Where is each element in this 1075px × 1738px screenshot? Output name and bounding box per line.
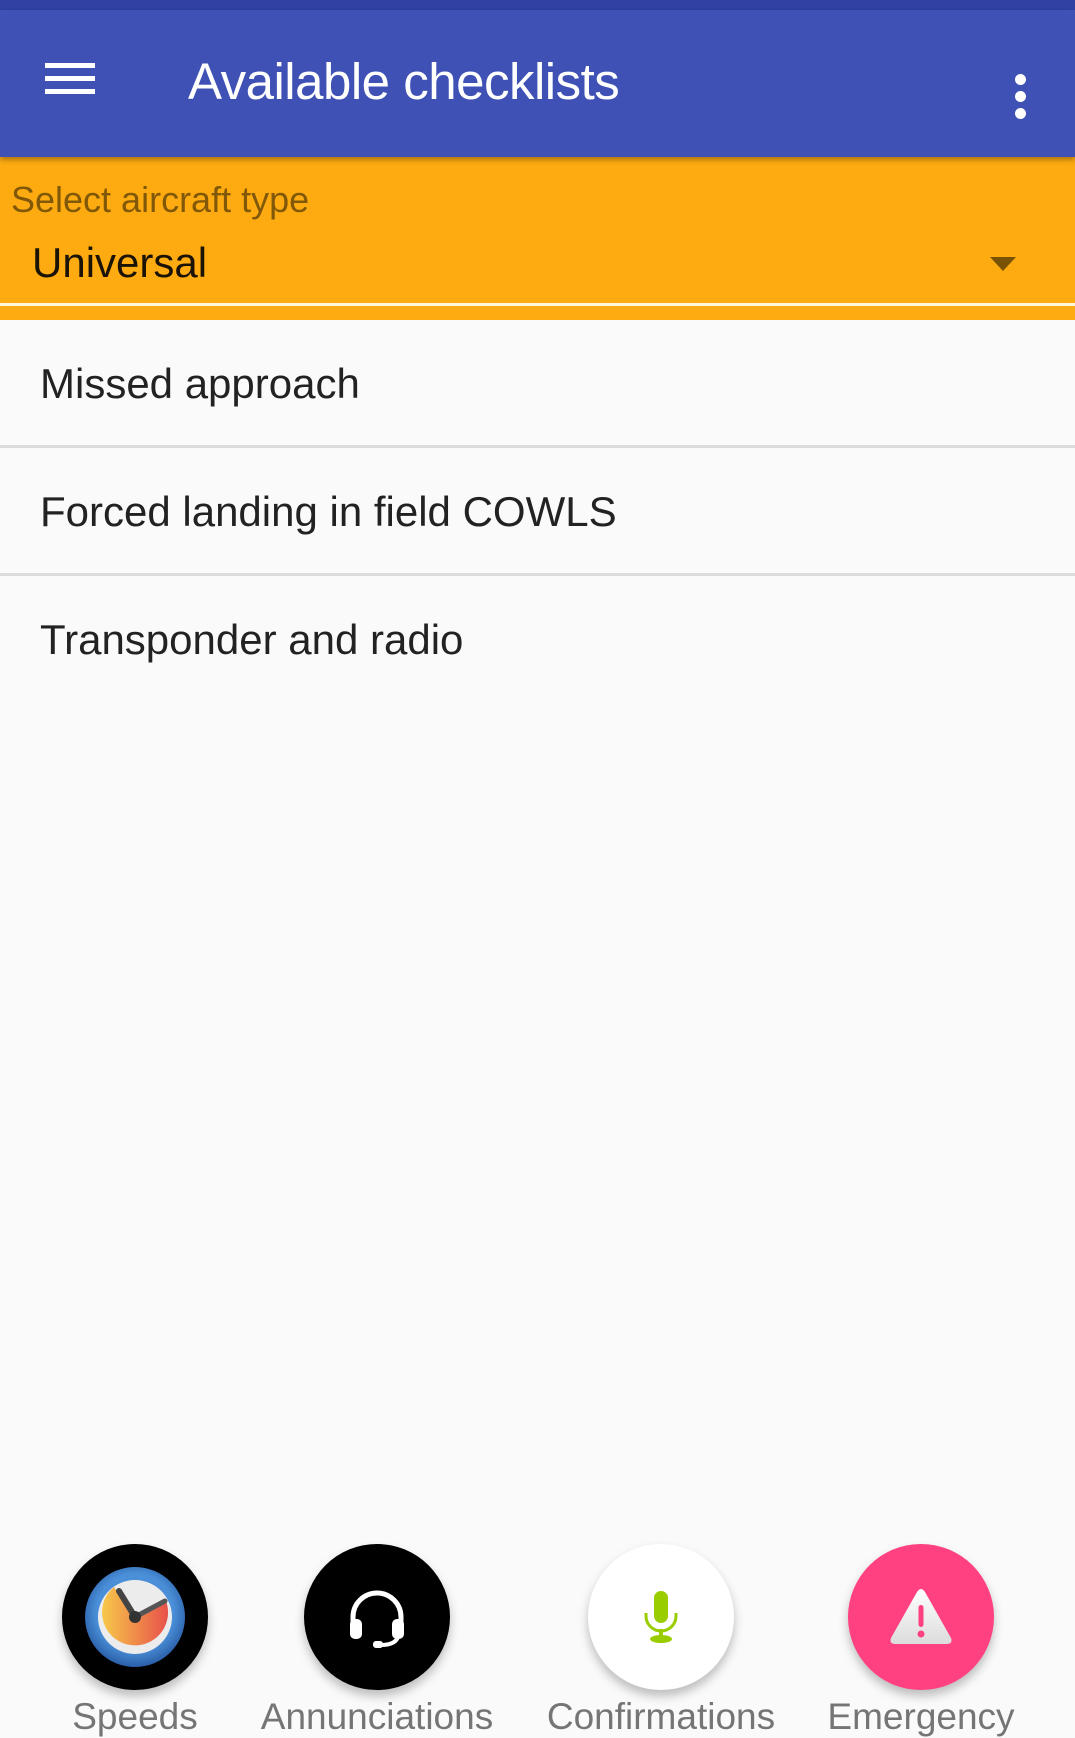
page-title: Available checklists <box>188 53 620 110</box>
bottom-action-bar: Speeds Annunciations Confirmations Emerg… <box>0 1540 1075 1737</box>
annunciations-fab[interactable] <box>304 1544 450 1690</box>
more-vert-icon-dot <box>1014 90 1026 102</box>
checklist-item-forced-landing[interactable]: Forced landing in field COWLS <box>0 448 1075 576</box>
checklist-item-transponder-radio[interactable]: Transponder and radio <box>0 576 1075 704</box>
overflow-menu-button[interactable] <box>990 56 1050 136</box>
status-bar-strip <box>0 0 1075 10</box>
aircraft-type-selector: Select aircraft type Universal <box>0 157 1075 320</box>
checklist-item-label: Transponder and radio <box>40 616 464 663</box>
confirmations-label: Confirmations <box>546 1696 776 1737</box>
aircraft-type-label: Select aircraft type <box>11 179 310 220</box>
checklist-item-missed-approach[interactable]: Missed approach <box>0 320 1075 448</box>
aircraft-type-dropdown[interactable]: Universal <box>0 227 1075 307</box>
checklist-item-label: Forced landing in field COWLS <box>40 488 617 535</box>
app-toolbar: Available checklists <box>0 10 1075 157</box>
confirmations-fab[interactable] <box>588 1544 734 1690</box>
aircraft-type-value: Universal <box>32 239 208 286</box>
annunciations-button[interactable]: Annunciations <box>247 1540 507 1737</box>
checklist-item-label: Missed approach <box>40 360 360 407</box>
emergency-label: Emergency <box>827 1696 1015 1737</box>
more-vert-icon-dot <box>1014 107 1026 119</box>
speeds-label: Speeds <box>72 1696 198 1737</box>
navigation-menu-button[interactable] <box>30 46 110 110</box>
speeds-fab[interactable] <box>62 1544 208 1690</box>
confirmations-button[interactable]: Confirmations <box>531 1540 791 1737</box>
microphone-icon <box>644 1591 678 1643</box>
speeds-button[interactable]: Speeds <box>5 1540 265 1737</box>
clock-icon <box>85 1567 185 1667</box>
warning-icon <box>890 1589 952 1644</box>
headset-icon <box>350 1590 404 1648</box>
emergency-fab[interactable] <box>848 1544 994 1690</box>
emergency-button[interactable]: Emergency <box>791 1540 1051 1737</box>
more-vert-icon <box>1014 73 1026 85</box>
dropdown-arrow-icon <box>990 257 1016 271</box>
dropdown-underline <box>0 303 1075 306</box>
annunciations-label: Annunciations <box>260 1696 494 1737</box>
hamburger-menu-icon <box>45 60 95 96</box>
checklist-list: Missed approach Forced landing in field … <box>0 320 1075 704</box>
